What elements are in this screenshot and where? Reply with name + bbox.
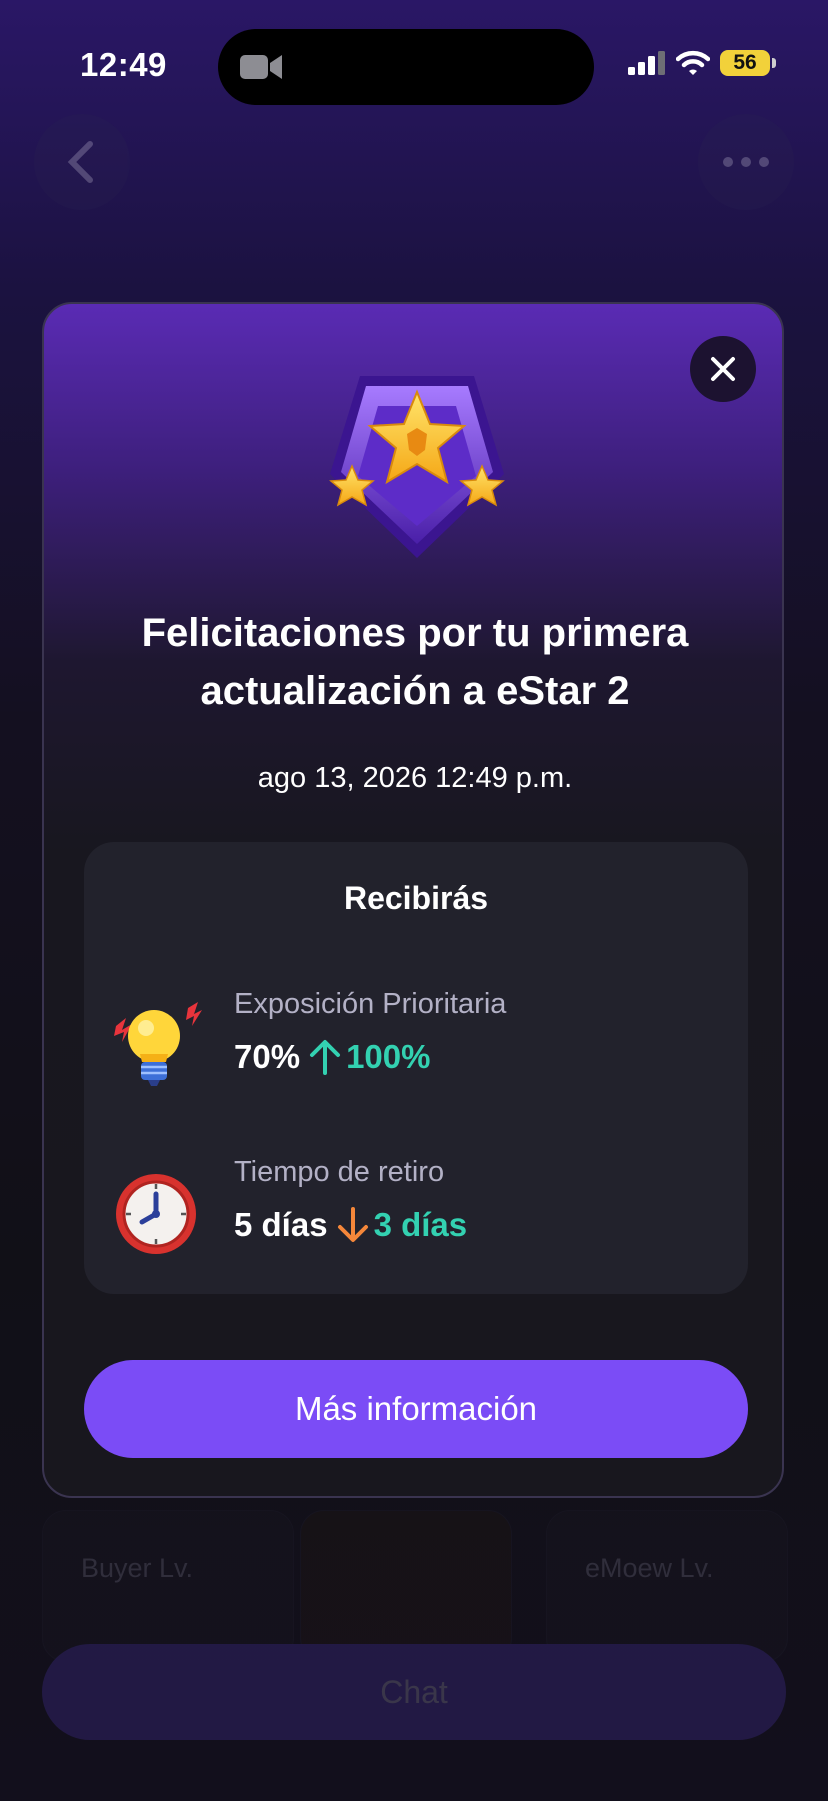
level-emblem-card: [300, 1510, 512, 1662]
estar-badge-icon: [329, 376, 505, 558]
status-bar: 12:49 56: [0, 0, 828, 120]
battery-indicator: 56: [720, 50, 776, 76]
benefit-values: 5 días 3 días: [234, 1206, 467, 1244]
chat-button: Chat: [42, 1644, 786, 1740]
modal-date: ago 13, 2026 12:49 p.m.: [257, 762, 573, 794]
benefit-label: Tiempo de retiro: [234, 1156, 445, 1188]
status-time: 12:49: [80, 46, 167, 83]
arrow-down-icon: [337, 1207, 368, 1242]
status-icons: 56: [628, 50, 776, 76]
back-button: [34, 114, 130, 210]
benefit-item-withdrawal: Tiempo de retiro 5 días 3 días: [84, 1156, 748, 1276]
old-value: 70%: [234, 1038, 301, 1075]
buyer-level-card: Buyer Lv.: [42, 1510, 294, 1662]
emoew-level-label: eMoew Lv.: [585, 1553, 714, 1583]
modal-title: Felicitaciones por tu primera actualizac…: [141, 611, 689, 713]
clock-icon: [116, 1174, 196, 1254]
benefit-item-exposure: Exposición Prioritaria 70% 100%: [84, 988, 748, 1108]
emoew-level-card: eMoew Lv.: [546, 1510, 788, 1662]
lightbulb-icon: [114, 1002, 202, 1086]
signal-icon: [628, 51, 665, 75]
old-value: 5 días: [234, 1206, 328, 1243]
video-camera-icon: [240, 55, 282, 79]
benefits-panel: Recibirás Exposición Prioritaria 70% 100…: [84, 842, 748, 1294]
chevron-left-icon: [67, 141, 93, 183]
new-value: 100%: [346, 1038, 431, 1075]
close-icon: [711, 357, 735, 381]
upgrade-modal: Felicitaciones por tu primera actualizac…: [42, 302, 784, 1498]
benefits-title: Recibirás: [343, 880, 489, 916]
arrow-up-icon: [310, 1040, 341, 1075]
buyer-level-label: Buyer Lv.: [81, 1553, 194, 1583]
benefit-values: 70% 100%: [234, 1038, 430, 1076]
dynamic-island: [218, 29, 594, 105]
more-options-button: [698, 114, 794, 210]
close-button[interactable]: [690, 336, 756, 402]
wifi-icon: [676, 50, 710, 75]
benefit-label: Exposición Prioritaria: [234, 988, 507, 1020]
new-value: 3 días: [373, 1206, 468, 1243]
more-info-button[interactable]: Más información: [84, 1360, 748, 1458]
more-dots-icon: [723, 157, 769, 167]
